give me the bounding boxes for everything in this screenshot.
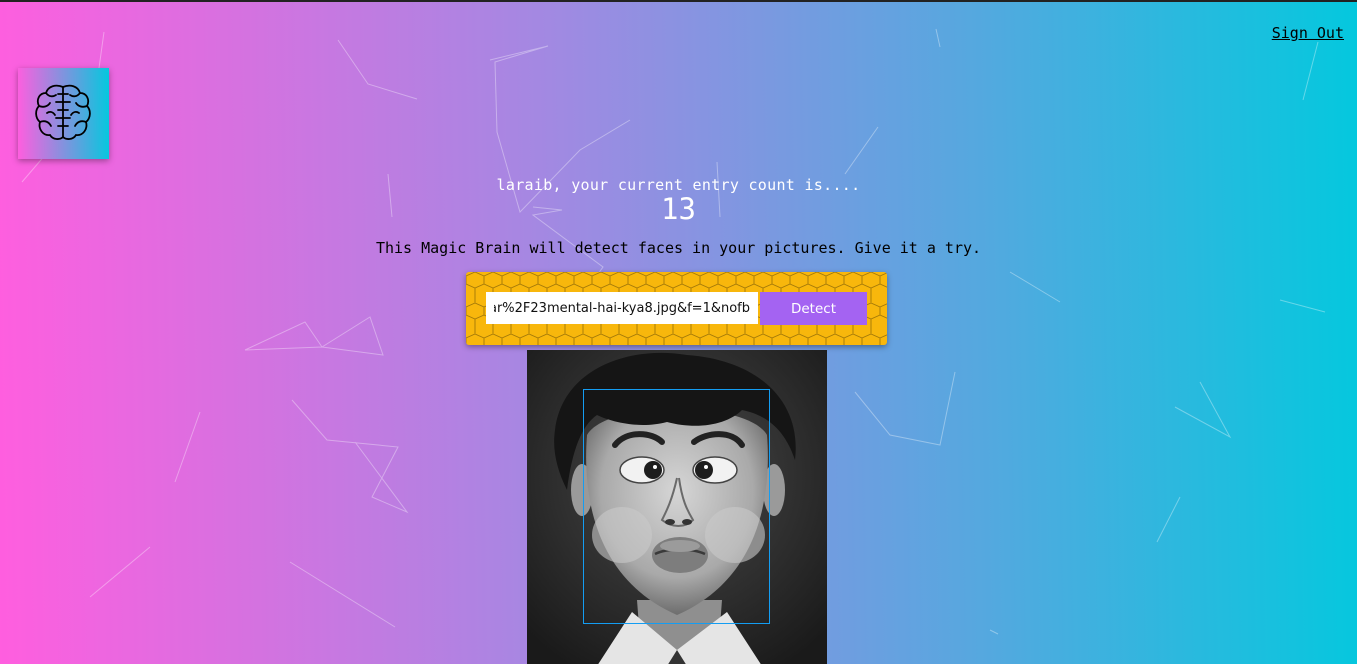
image-url-input[interactable] xyxy=(486,292,758,324)
detect-button[interactable]: Detect xyxy=(760,292,867,325)
input-image xyxy=(527,350,827,664)
image-link-form: Detect xyxy=(466,272,887,345)
logo-card xyxy=(18,68,109,159)
sign-out-link[interactable]: Sign Out xyxy=(1272,24,1344,42)
intro-text: This Magic Brain will detect faces in yo… xyxy=(375,239,982,257)
face-bounding-box xyxy=(583,389,770,624)
entry-count-value: 13 xyxy=(661,192,696,226)
brain-icon xyxy=(35,84,91,140)
